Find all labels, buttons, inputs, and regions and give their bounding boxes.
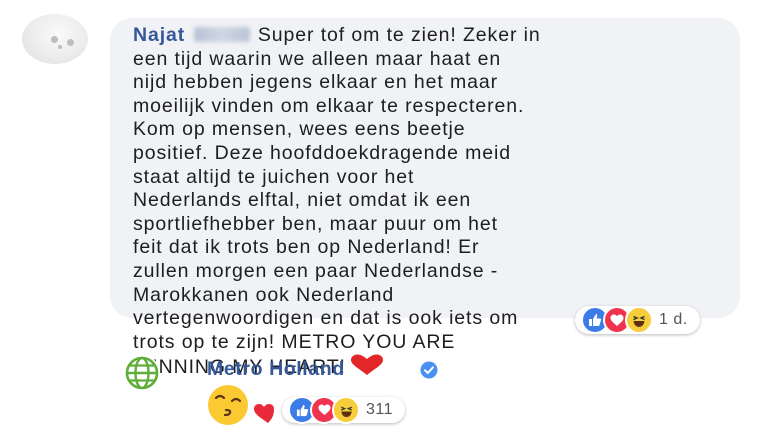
red-heart-icon (350, 354, 384, 383)
reply-author-link[interactable]: Metro Holland (207, 358, 345, 381)
comment-line: trots op te zijn! METRO YOU ARE (133, 330, 456, 353)
avatar-detail (67, 39, 74, 46)
reply-reactions[interactable]: 311 (282, 396, 406, 424)
comment-line: Marokkanen ook Nederland (133, 283, 395, 306)
kissing-face-sticker-icon (206, 383, 286, 428)
comment-line: sportliefhebber ben, maar puur om het (133, 212, 498, 235)
comment-line: positief. Deze hoofddoekdragende meid (133, 141, 512, 164)
globe-logo-icon (125, 356, 159, 390)
comment-line: feit dat ik trots ben op Nederland! Er (133, 236, 480, 259)
avatar-detail (51, 36, 58, 43)
comment-first-line: Najat Super tof om te zien! Zeker in (133, 24, 733, 48)
comment-line: zullen morgen een paar Nederlandse - (133, 259, 499, 282)
comment-line: Nederlands elftal, niet omdat ik een (133, 189, 472, 212)
haha-reaction-icon (625, 306, 653, 334)
commenter-avatar[interactable] (22, 14, 88, 64)
avatar-detail (58, 45, 62, 49)
comment-line: Super tof om te zien! Zeker in (257, 24, 541, 46)
redacted-last-name[interactable] (193, 27, 250, 42)
comment-line: Kom op mensen, wees eens beetje (133, 118, 466, 141)
comment-timestamp[interactable]: 1 d. (659, 311, 688, 329)
reaction-count: 311 (366, 401, 394, 418)
facebook-comment-thread: Najat Super tof om te zien! Zeker in een… (0, 0, 760, 428)
comment-reactions[interactable]: 1 d. (575, 306, 700, 334)
comment-line: moeilijk vinden om elkaar te respecteren… (133, 94, 525, 117)
verified-badge-icon (420, 361, 438, 384)
comment-author-link[interactable]: Najat (133, 24, 185, 46)
comment-line: staat altijd te juichen voor het (133, 165, 415, 188)
haha-reaction-icon (332, 396, 360, 424)
page-avatar[interactable] (124, 355, 160, 391)
comment-line: nijd hebben jegens elkaar en het maar (133, 71, 499, 94)
comment-line: een tijd waarin we alleen maar haat en (133, 47, 502, 70)
